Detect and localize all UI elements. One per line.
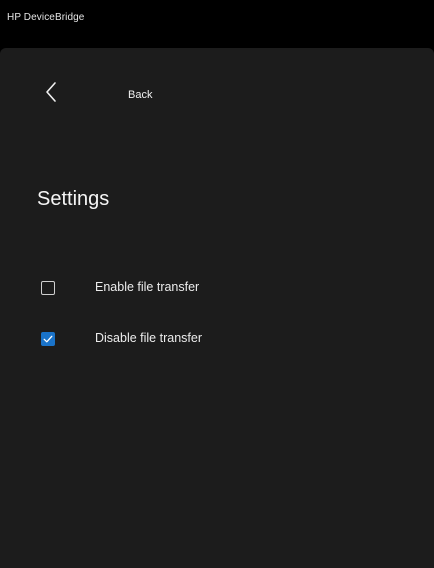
back-button[interactable]: Back — [128, 89, 152, 101]
checkmark-icon — [43, 335, 53, 343]
main-content: Back Settings Enable file transfer Disab… — [0, 48, 434, 568]
title-bar: HP DeviceBridge — [0, 0, 434, 48]
disable-file-transfer-label: Disable file transfer — [95, 331, 202, 345]
disable-file-transfer-checkbox[interactable] — [41, 332, 55, 346]
enable-file-transfer-label: Enable file transfer — [95, 280, 200, 294]
enable-file-transfer-option[interactable]: Enable file transfer — [41, 279, 199, 297]
chevron-left-icon[interactable] — [42, 80, 62, 104]
app-window: HP DeviceBridge Back Settings Enable fil… — [0, 0, 434, 568]
app-title: HP DeviceBridge — [7, 12, 85, 23]
page-title: Settings — [37, 188, 110, 210]
disable-file-transfer-option[interactable]: Disable file transfer — [41, 330, 202, 348]
enable-file-transfer-checkbox[interactable] — [41, 281, 55, 295]
